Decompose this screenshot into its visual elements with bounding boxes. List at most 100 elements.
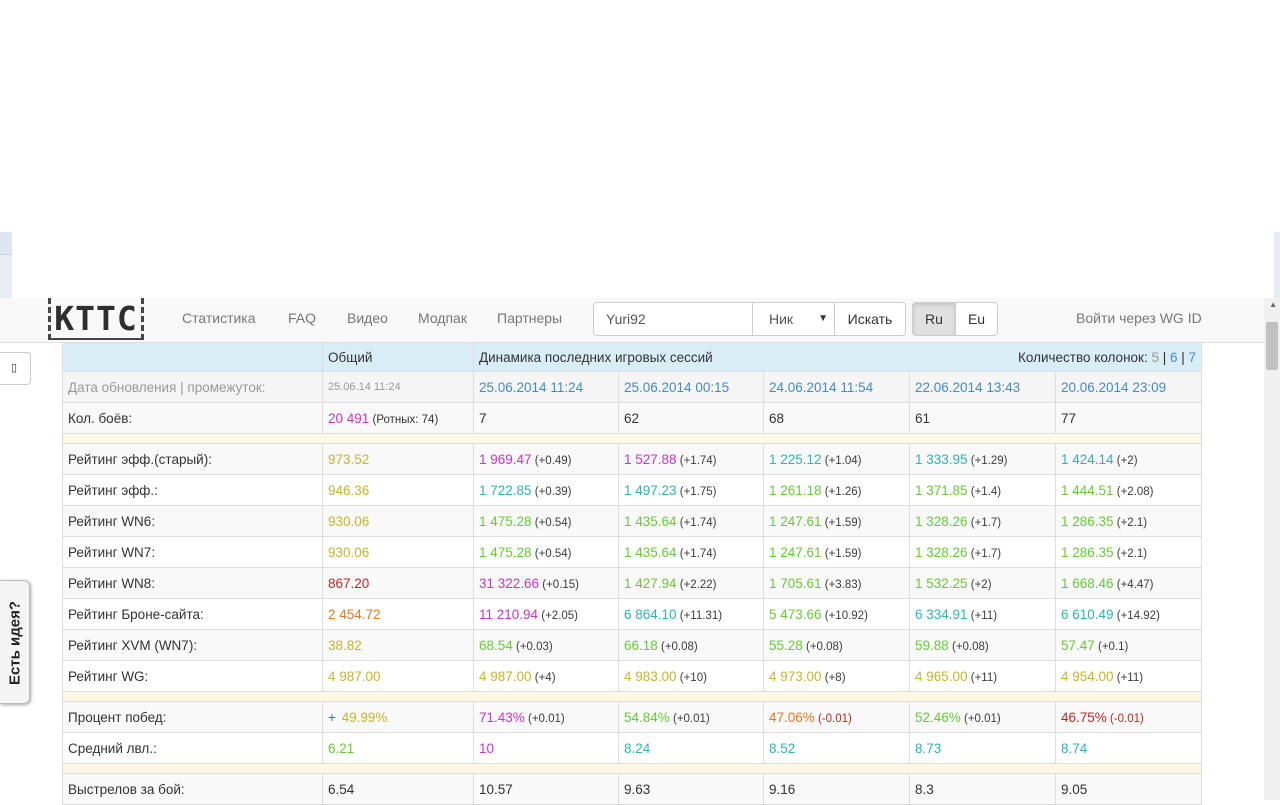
stat-session-5: 4 954.00 (+11) (1054, 660, 1203, 692)
stat-session-4: 59.88 (+0.08) (909, 629, 1056, 661)
session-date-2[interactable]: 25.06.2014 00:15 (618, 371, 764, 403)
stat-value: 1 969.47 (479, 451, 532, 467)
stat-total: 867.20 (322, 567, 474, 599)
stat-delta: (+0.49) (531, 454, 572, 467)
stat-delta: (+2.22) (676, 578, 717, 591)
stat-total-value: 6.54 (328, 781, 355, 797)
player-search-input[interactable] (593, 302, 753, 336)
columns-separator: | (1177, 349, 1189, 365)
stat-value: 1 333.95 (915, 451, 968, 467)
stat-session-1: 1 722.85 (+0.39) (473, 474, 619, 506)
stat-label: Рейтинг эфф.(старый): (62, 443, 323, 475)
session-date-3[interactable]: 24.06.2014 11:54 (763, 371, 910, 403)
square-icon: ▯ (10, 362, 18, 374)
stat-label: Рейтинг WN6: (62, 505, 323, 537)
stat-session-2: 4 983.00 (+10) (618, 660, 764, 692)
stat-value: 1 475.28 (479, 544, 532, 560)
stat-value: 68.54 (479, 637, 513, 653)
dates-label: Дата обновления | промежуток: (62, 371, 323, 403)
stat-total: 38.82 (322, 629, 474, 661)
columns-option-7[interactable]: 7 (1189, 350, 1197, 365)
stat-session-2: 1 427.94 (+2.22) (618, 567, 764, 599)
stat-value: 1 435.64 (624, 544, 677, 560)
search-type-select[interactable]: Ник ▼ (752, 302, 835, 336)
stat-session-3: 55.28 (+0.08) (763, 629, 910, 661)
stat-row: Рейтинг Броне-сайта: 2 454.72 11 210.94 (+… (62, 598, 1203, 630)
stat-delta: (+0.1) (1094, 640, 1129, 653)
stat-label: Рейтинг WG: (62, 660, 323, 692)
stat-session-2: 8.24 (618, 732, 764, 764)
stat-delta: (+1.26) (821, 485, 862, 498)
login-wg-id-link[interactable]: Войти через WG ID (1076, 310, 1202, 326)
side-toggle-button[interactable]: ▯ (0, 352, 31, 385)
nav-link-partners[interactable]: Партнеры (497, 310, 562, 326)
nav-link-statistics[interactable]: Статистика (182, 310, 256, 326)
nav-link-video[interactable]: Видео (347, 310, 388, 326)
stat-value: 1 435.64 (624, 513, 677, 529)
separator-cell (61, 691, 1203, 702)
columns-option-6[interactable]: 6 (1170, 350, 1178, 365)
stat-delta: (+2) (967, 578, 992, 591)
stat-delta: (+1.74) (676, 454, 717, 467)
stat-value: 8.74 (1061, 740, 1088, 756)
columns-option-5[interactable]: 5 (1151, 350, 1159, 365)
stat-total: 2 454.72 (322, 598, 474, 630)
stat-row: Рейтинг WN8: 867.20 31 322.66 (+0.15) 1 427… (62, 567, 1203, 599)
idea-feedback-tab[interactable]: Есть идея? (0, 580, 30, 704)
stat-session-1: 1 475.28 (+0.54) (473, 536, 619, 568)
stat-session-3: 1 247.61 (+1.59) (763, 505, 910, 537)
stat-session-5: 8.74 (1054, 732, 1203, 764)
stat-session-4: 6 334.91 (+11) (909, 598, 1056, 630)
stat-session-1: 31 322.66 (+0.15) (473, 567, 619, 599)
stat-row: Рейтинг эфф.(старый): 973.52 1 969.47 (+0.… (62, 443, 1203, 475)
separator-cell (61, 763, 1203, 774)
stat-delta: (+1.75) (676, 485, 717, 498)
scrollbar[interactable] (1264, 298, 1280, 800)
stat-value: 1 328.26 (915, 544, 968, 560)
stat-session-1: 10 (473, 732, 619, 764)
stat-row: Рейтинг WN6: 930.06 1 475.28 (+0.54) 1 435.… (62, 505, 1203, 537)
session-date-5[interactable]: 20.06.2014 23:09 (1054, 371, 1203, 403)
stat-delta: (+2.08) (1113, 485, 1154, 498)
region-eu-button[interactable]: Eu (955, 302, 998, 336)
session-date-1[interactable]: 25.06.2014 11:24 (473, 371, 619, 403)
caret-down-icon: ▼ (818, 313, 828, 324)
nav-link-modpack[interactable]: Модпак (418, 310, 467, 326)
stat-total: + 49.99% (322, 701, 474, 733)
search-button[interactable]: Искать (834, 302, 906, 336)
stat-delta: (+1.59) (821, 516, 862, 529)
stat-session-1: 68.54 (+0.03) (473, 629, 619, 661)
scrollbar-thumb[interactable] (1266, 322, 1278, 370)
stat-delta: (+10) (676, 671, 707, 684)
stat-row: Рейтинг эфф.: 946.36 1 722.85 (+0.39) 1 497… (62, 474, 1203, 506)
stat-value: 5 473.66 (769, 606, 822, 622)
background-bar-left (0, 232, 12, 255)
scroll-up-arrow-icon[interactable]: ▲ (1269, 300, 1277, 309)
stat-value: 47.06% (769, 709, 815, 725)
stat-value: 55.28 (769, 637, 803, 653)
battles-session-5: 77 (1054, 402, 1203, 434)
stat-total-value: 49.99% (341, 709, 388, 725)
stat-delta: (+2.05) (538, 609, 579, 622)
stat-delta: (+1.4) (967, 485, 1002, 498)
stat-delta: (+11) (967, 609, 998, 622)
stat-label: Процент побед: (62, 701, 323, 733)
stat-total: 4 987.00 (322, 660, 474, 692)
table-header-row: Общий Количество колонок: 5 | 6 | 7 Динами… (62, 342, 1203, 372)
session-date-4[interactable]: 22.06.2014 13:43 (909, 371, 1056, 403)
stat-session-4: 1 333.95 (+1.29) (909, 443, 1056, 475)
battles-session-1: 7 (473, 402, 619, 434)
stat-total: 930.06 (322, 505, 474, 537)
region-ru-button[interactable]: Ru (912, 302, 956, 336)
logo[interactable]: KTTC (48, 298, 144, 340)
stat-session-5: 1 444.51 (+2.08) (1054, 474, 1203, 506)
stat-delta: (+1.74) (676, 547, 717, 560)
columns-separator: | (1158, 349, 1170, 365)
stat-session-2: 1 435.64 (+1.74) (618, 505, 764, 537)
stat-delta: (+8) (821, 671, 846, 684)
header-total: Общий (322, 342, 474, 372)
stat-value: 52.46% (915, 709, 961, 725)
stat-session-5: 1 286.35 (+2.1) (1054, 505, 1203, 537)
nav-link-faq[interactable]: FAQ (288, 310, 316, 326)
battles-label: Кол. боёв: (62, 402, 323, 434)
